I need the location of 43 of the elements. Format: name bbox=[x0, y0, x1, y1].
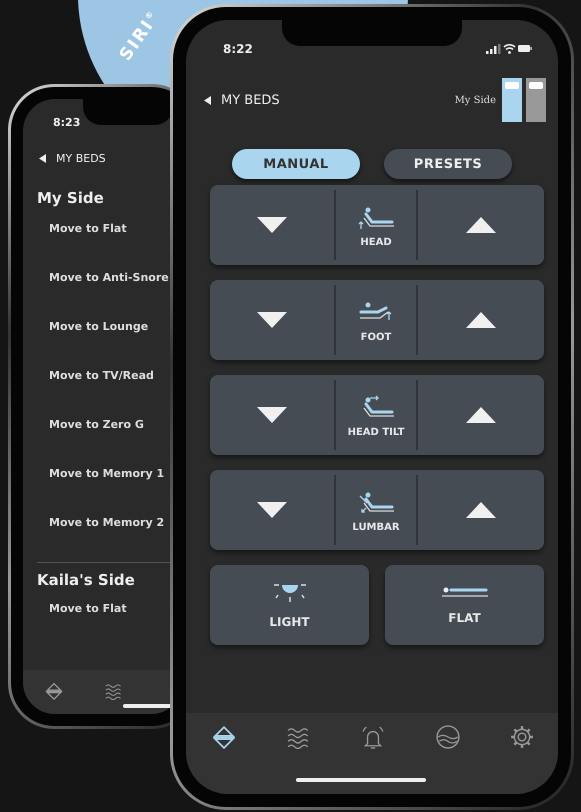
waves-icon[interactable] bbox=[286, 725, 310, 749]
up-arrow-icon bbox=[466, 502, 496, 518]
back-arrow-icon bbox=[39, 154, 46, 163]
down-arrow-icon bbox=[257, 407, 287, 423]
up-down-icon[interactable] bbox=[212, 725, 236, 749]
up-arrow-icon bbox=[466, 407, 496, 423]
down-arrow-icon bbox=[257, 312, 287, 328]
preset-item[interactable]: Move to Flat bbox=[49, 219, 127, 239]
side-label: My Side bbox=[454, 94, 496, 106]
preset-item[interactable]: Move to Memory 1 bbox=[49, 464, 164, 484]
preset-item[interactable]: Move to Flat bbox=[49, 599, 127, 619]
flat-button[interactable]: FLAT bbox=[385, 565, 544, 645]
control-label: LUMBAR bbox=[352, 522, 400, 532]
up-arrow-icon bbox=[466, 217, 496, 233]
preset-item[interactable]: Move to Memory 2 bbox=[49, 513, 164, 533]
bed-side-toggle[interactable] bbox=[502, 78, 522, 122]
circle-waves-icon[interactable] bbox=[436, 725, 460, 749]
mode-tab[interactable]: PRESETS bbox=[384, 149, 512, 179]
bed-side-toggle[interactable] bbox=[526, 78, 546, 122]
bell-icon[interactable] bbox=[361, 725, 385, 749]
light-button[interactable]: LIGHT bbox=[210, 565, 369, 645]
settings-icon[interactable] bbox=[510, 725, 534, 749]
status-icons bbox=[486, 43, 532, 55]
status-time: 8:23 bbox=[53, 116, 80, 128]
preset-item[interactable]: Move to Lounge bbox=[49, 317, 148, 337]
section-title: Kaila's Side bbox=[36, 571, 136, 589]
back-link[interactable]: MY BEDS bbox=[204, 92, 280, 108]
control-label: HEAD bbox=[360, 236, 392, 248]
control-label: HEAD TILT bbox=[348, 426, 404, 438]
down-arrow-icon bbox=[257, 217, 287, 233]
down-arrow-icon bbox=[257, 502, 287, 518]
back-arrow-icon bbox=[204, 96, 211, 104]
preset-item[interactable]: Move to TV/Read bbox=[49, 366, 154, 386]
control-label: FOOT bbox=[360, 332, 392, 342]
section-title: My Side bbox=[36, 189, 105, 207]
up-down-icon[interactable] bbox=[45, 682, 63, 700]
up-arrow-icon bbox=[466, 312, 496, 328]
preset-item[interactable]: Move to Zero G bbox=[49, 415, 144, 435]
mode-tab[interactable]: MANUAL bbox=[232, 149, 360, 179]
preset-item[interactable]: Move to Anti-Snore bbox=[49, 268, 169, 288]
status-time: 8:22 bbox=[223, 42, 253, 56]
waves-icon[interactable] bbox=[105, 682, 123, 700]
back-link[interactable]: MY BEDS bbox=[39, 152, 106, 165]
